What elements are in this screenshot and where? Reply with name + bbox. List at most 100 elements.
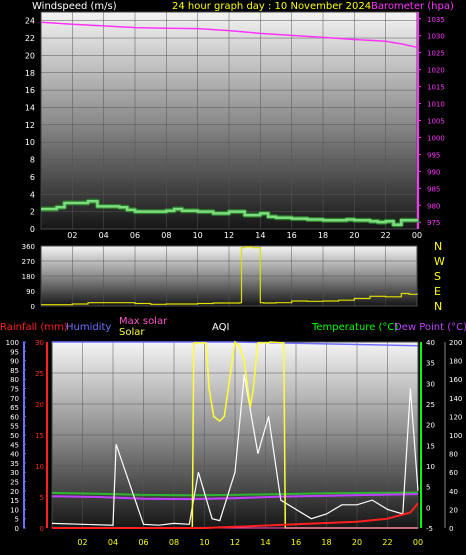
x-tick-label: 04 xyxy=(108,538,118,547)
humidity-tick-label: 40 xyxy=(10,451,19,459)
barometer-tick-label: 1025 xyxy=(427,50,445,58)
x-tick-label: 22 xyxy=(382,538,392,547)
direction-tick-label: 270 xyxy=(22,258,35,266)
humidity-tick-label: 0 xyxy=(15,525,19,533)
direction-tick-label: 0 xyxy=(31,303,35,311)
x-tick-label: 12 xyxy=(230,538,240,547)
solar-tick-label: 180 xyxy=(449,358,462,366)
humidity-tick-label: 55 xyxy=(10,423,19,431)
x-tick-label: 20 xyxy=(352,538,362,547)
temperature-label: Temperature (°C) xyxy=(311,322,398,333)
temperature-tick-label: 20 xyxy=(426,422,435,430)
x-tick-label: 10 xyxy=(193,231,203,240)
solar-label: Solar xyxy=(119,327,145,338)
temperature-tick-label: 30 xyxy=(426,380,435,388)
windspeed-tick-label: 14 xyxy=(25,103,35,112)
x-tick-label: 02 xyxy=(77,538,87,547)
barometer-tick-label: 1035 xyxy=(427,16,445,24)
windspeed-tick-label: 2 xyxy=(30,208,35,217)
maxsolar-label: Max solar xyxy=(119,316,168,327)
humidity-tick-label: 30 xyxy=(10,469,19,477)
windspeed-tick-label: 4 xyxy=(30,190,35,199)
humidity-tick-label: 85 xyxy=(10,367,19,375)
rainfall-tick-label: 30 xyxy=(35,339,44,347)
solar-tick-label: 100 xyxy=(449,432,462,440)
barometer-tick-label: 985 xyxy=(427,185,440,193)
rainfall-tick-label: 10 xyxy=(35,463,44,471)
humidity-tick-label: 10 xyxy=(10,506,19,514)
x-tick-label: 16 xyxy=(291,538,301,547)
barometer-tick-label: 975 xyxy=(427,219,440,227)
barometer-axis-title: Barometer (hpa) xyxy=(371,1,454,12)
windspeed-axis-title: Windspeed (m/s) xyxy=(32,1,117,12)
solar-tick-label: 20 xyxy=(449,506,458,514)
dewpoint-label: Dew Point (°C) xyxy=(394,322,466,333)
rainfall-label: Rainfall (mm) xyxy=(0,322,68,333)
temperature-tick-label: 0 xyxy=(426,504,430,512)
x-tick-label: 14 xyxy=(260,538,270,547)
humidity-tick-label: 50 xyxy=(10,432,19,440)
windspeed-tick-label: 16 xyxy=(25,86,35,95)
aqi-label: AQI xyxy=(212,322,230,333)
compass-label: W xyxy=(434,255,445,268)
humidity-tick-label: 90 xyxy=(10,358,19,366)
solar-tick-label: 140 xyxy=(449,395,462,403)
rainfall-tick-label: 25 xyxy=(35,370,44,378)
barometer-tick-label: 1015 xyxy=(427,84,445,92)
humidity-tick-label: 60 xyxy=(10,413,19,421)
temperature-tick-label: 5 xyxy=(426,484,430,492)
x-tick-label: 14 xyxy=(255,231,265,240)
compass-label: N xyxy=(434,240,442,253)
barometer-tick-label: 1000 xyxy=(427,134,445,142)
humidity-tick-label: 5 xyxy=(15,516,19,524)
windspeed-tick-label: 20 xyxy=(25,51,35,60)
windspeed-tick-label: 24 xyxy=(25,17,35,26)
humidity-tick-label: 75 xyxy=(10,386,19,394)
humidity-tick-label: 65 xyxy=(10,404,19,412)
solar-tick-label: 80 xyxy=(449,451,458,459)
rainfall-tick-label: 15 xyxy=(35,432,44,440)
solar-tick-label: 60 xyxy=(449,469,458,477)
humidity-tick-label: 15 xyxy=(10,497,19,505)
solar-tick-label: 40 xyxy=(449,488,458,496)
direction-tick-label: 360 xyxy=(22,243,35,251)
temperature-tick-label: -5 xyxy=(426,525,433,533)
solar-tick-label: 120 xyxy=(449,413,462,421)
barometer-tick-label: 1020 xyxy=(427,67,445,75)
temperature-tick-label: 35 xyxy=(426,360,435,368)
solar-tick-label: 200 xyxy=(449,339,462,347)
temperature-tick-label: 10 xyxy=(426,463,435,471)
humidity-tick-label: 45 xyxy=(10,441,19,449)
x-tick-label: 06 xyxy=(138,538,148,547)
solar-tick-label: 160 xyxy=(449,376,462,384)
humidity-tick-label: 70 xyxy=(10,395,19,403)
direction-tick-label: 180 xyxy=(22,273,35,281)
windspeed-tick-label: 6 xyxy=(30,173,35,182)
humidity-tick-label: 95 xyxy=(10,348,19,356)
x-tick-label: 18 xyxy=(318,231,328,240)
x-tick-label: 02 xyxy=(67,231,77,240)
rainfall-tick-label: 0 xyxy=(40,525,44,533)
x-tick-label: 04 xyxy=(99,231,109,240)
humidity-tick-label: 35 xyxy=(10,460,19,468)
x-tick-label: 00 xyxy=(412,231,422,240)
rainfall-tick-label: 5 xyxy=(40,494,44,502)
windspeed-tick-label: 12 xyxy=(25,121,35,130)
x-tick-label: 18 xyxy=(321,538,331,547)
humidity-label: Humidity xyxy=(66,322,111,333)
x-tick-label: 22 xyxy=(381,231,391,240)
temperature-tick-label: 15 xyxy=(426,442,435,450)
windspeed-tick-label: 22 xyxy=(25,34,35,43)
x-tick-label: 08 xyxy=(169,538,179,547)
x-tick-label: 20 xyxy=(349,231,359,240)
windspeed-tick-label: 8 xyxy=(30,156,35,165)
x-tick-label: 10 xyxy=(199,538,209,547)
windspeed-tick-label: 10 xyxy=(25,138,35,147)
temperature-tick-label: 25 xyxy=(426,401,435,409)
x-tick-label: 00 xyxy=(413,538,423,547)
x-tick-label: 06 xyxy=(130,231,140,240)
barometer-tick-label: 995 xyxy=(427,151,440,159)
humidity-tick-label: 100 xyxy=(6,339,19,347)
chart-title: 24 hour graph day : 10 November 2024 xyxy=(172,1,371,12)
barometer-tick-label: 1030 xyxy=(427,33,445,41)
